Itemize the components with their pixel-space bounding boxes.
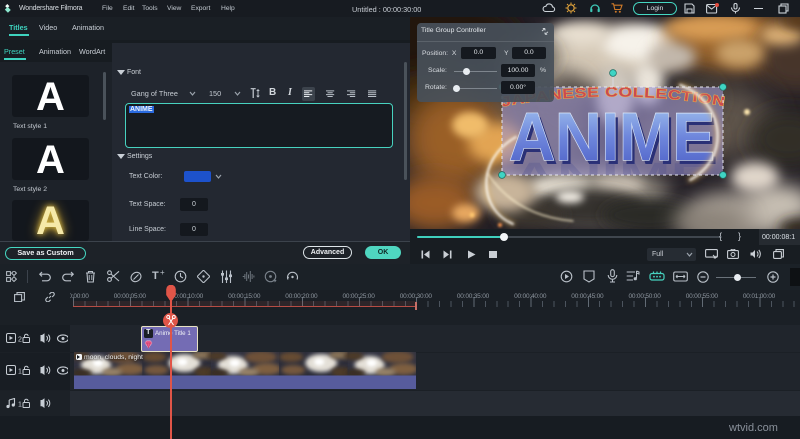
svg-text:1: 1 bbox=[18, 369, 22, 376]
svg-text:2: 2 bbox=[18, 337, 22, 344]
svg-text:1: 1 bbox=[18, 402, 22, 409]
